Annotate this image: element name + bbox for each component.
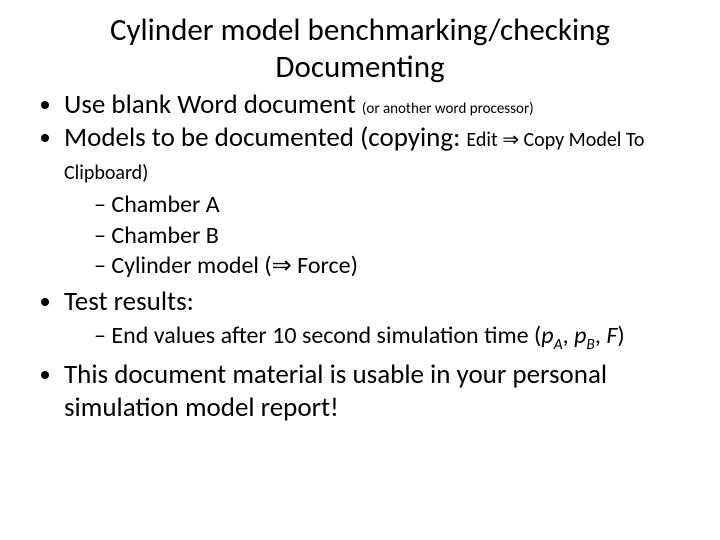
- bullet-models-to-document: Models to be documented (copying: Edit ⇒…: [64, 122, 684, 282]
- sub-text-a: Cylinder model (: [111, 251, 271, 280]
- title-line-2: Documenting: [275, 48, 444, 86]
- arrow-icon: ⇒: [502, 129, 519, 151]
- slide: Cylinder model benchmarking/checking Doc…: [0, 0, 720, 540]
- comma: ,: [595, 321, 606, 350]
- var-pA: pA: [541, 321, 562, 350]
- bullet-list: Use blank Word document (or another word…: [36, 89, 684, 425]
- sub: A: [554, 335, 563, 354]
- bullet-test-results: Test results: End values after 10 second…: [64, 286, 684, 355]
- close-paren: ): [617, 321, 624, 350]
- comma: ,: [563, 321, 574, 350]
- title-line-1: Cylinder model benchmarking/checking: [110, 11, 610, 49]
- var-pB: pB: [574, 321, 595, 350]
- arrow-icon: ⇒: [272, 252, 292, 279]
- bullet-use-blank-word: Use blank Word document (or another word…: [64, 89, 684, 122]
- sub-list-results: End values after 10 second simulation ti…: [64, 321, 684, 355]
- bullet-text: Test results:: [64, 285, 194, 318]
- p: p: [541, 321, 553, 350]
- sub-text-b: Force): [292, 251, 358, 280]
- sub-chamber-a: Chamber A: [94, 190, 684, 221]
- slide-title: Cylinder model benchmarking/checking Doc…: [36, 12, 684, 85]
- sub-list-models: Chamber A Chamber B Cylinder model (⇒ Fo…: [64, 190, 684, 282]
- p: p: [574, 321, 586, 350]
- menu-path-a: Edit: [466, 128, 502, 152]
- bullet-text: Use blank Word document: [64, 88, 362, 121]
- sub-cylinder-model: Cylinder model (⇒ Force): [94, 251, 684, 282]
- bullet-usable-material: This document material is usable in your…: [64, 359, 684, 425]
- var-F: F: [606, 321, 617, 350]
- sub-chamber-b: Chamber B: [94, 221, 684, 252]
- sub-end-values: End values after 10 second simulation ti…: [94, 321, 684, 355]
- sub: B: [586, 335, 594, 354]
- bullet-note: (or another word processor): [362, 100, 534, 118]
- t: End values after 10 second simulation ti…: [111, 321, 541, 350]
- bullet-text: Models to be documented (copying:: [64, 121, 466, 154]
